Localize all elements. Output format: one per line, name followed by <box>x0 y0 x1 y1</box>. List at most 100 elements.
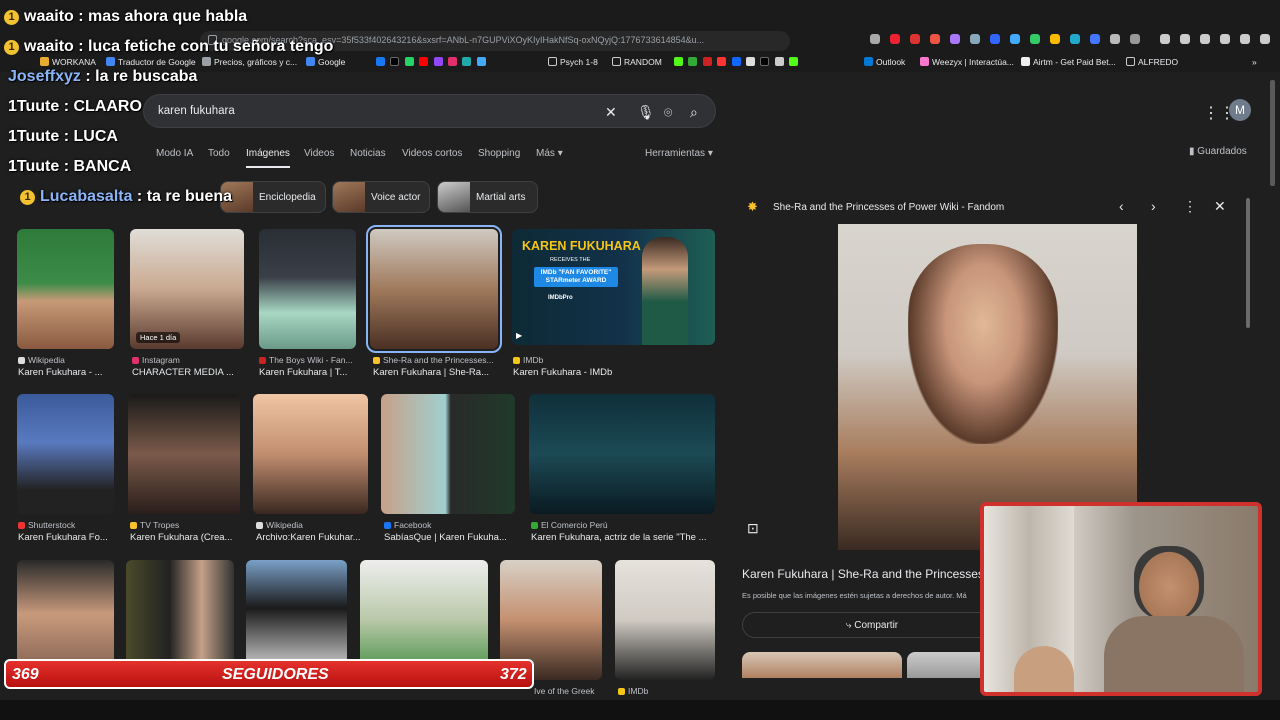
bookmark-icon[interactable] <box>731 57 741 66</box>
menu-icon[interactable] <box>1260 34 1270 44</box>
tools-button[interactable]: Herramientas ▾ <box>645 148 713 159</box>
result-title[interactable]: Karen Fukuhara Fo... <box>18 532 118 543</box>
chip-voice-actor[interactable]: Voice actor <box>332 181 430 213</box>
bookmark[interactable]: WORKANA <box>40 57 96 67</box>
extension-icon[interactable] <box>1130 34 1140 44</box>
result-title[interactable]: CHARACTER MEDIA ... <box>132 367 244 378</box>
next-icon[interactable]: › <box>1151 198 1156 214</box>
microphone-icon[interactable]: 🎙 <box>637 104 655 121</box>
tab-shopping[interactable]: Shopping <box>478 148 520 159</box>
tab-modo-ia[interactable]: Modo IA <box>156 148 193 159</box>
result-image[interactable] <box>17 229 114 349</box>
twitch-icon[interactable] <box>433 57 443 66</box>
result-title[interactable]: Karen Fukuhara, actriz de la serie "The … <box>531 532 715 543</box>
result-image[interactable]: Hace 1 día <box>130 229 244 349</box>
bookmark-icon[interactable] <box>462 57 472 66</box>
page-scrollbar[interactable] <box>1270 80 1275 186</box>
search-icon[interactable]: ⌕ <box>690 104 698 121</box>
chip-enciclopedia[interactable]: Enciclopedia <box>220 181 326 213</box>
tab-videos-cortos[interactable]: Videos cortos <box>402 148 462 159</box>
sidebar-icon[interactable] <box>1180 34 1190 44</box>
bookmark-icon[interactable] <box>774 57 784 66</box>
tab-todo[interactable]: Todo <box>208 148 230 159</box>
related-image[interactable] <box>742 652 902 678</box>
previous-icon[interactable]: ‹ <box>1119 198 1124 214</box>
extension-icon[interactable] <box>910 34 920 44</box>
result-image[interactable] <box>259 229 356 349</box>
close-icon[interactable]: ✕ <box>1214 198 1226 215</box>
result-title[interactable]: Karen Fukuhara | She-Ra... <box>373 367 497 378</box>
bookmark-icon[interactable] <box>745 57 755 66</box>
search-box[interactable]: karen fukuhara ✕ 🎙 ⌾ ⌕ <box>143 94 716 128</box>
result-image[interactable] <box>615 560 715 680</box>
lens-search-icon[interactable]: ⊡ <box>747 520 759 537</box>
more-options-icon[interactable]: ⋮ <box>1183 198 1197 215</box>
extension-icon[interactable] <box>990 34 1000 44</box>
extension-icon[interactable] <box>1030 34 1040 44</box>
tab-noticias[interactable]: Noticias <box>350 148 386 159</box>
extension-icon[interactable] <box>930 34 940 44</box>
result-image[interactable] <box>253 394 368 514</box>
panel-title[interactable]: Karen Fukuhara | She-Ra and the Princess… <box>742 567 984 581</box>
result-image[interactable] <box>529 394 715 514</box>
imdb-result-image[interactable]: KAREN FUKUHARA RECEIVES THE IMDb "FAN FA… <box>512 229 715 345</box>
facebook-icon[interactable] <box>376 57 385 66</box>
bookmark[interactable]: Outlook <box>864 57 905 67</box>
extension-icon[interactable] <box>870 34 880 44</box>
result-title[interactable]: Karen Fukuhara - IMDb <box>513 367 713 378</box>
bookmark[interactable]: Precios, gráficos y c... <box>202 57 297 67</box>
result-title[interactable]: Karen Fukuhara - ... <box>18 367 118 378</box>
search-input[interactable]: karen fukuhara <box>158 105 235 117</box>
share-button[interactable]: ⤷ Compartir <box>742 612 1002 638</box>
bookmark-icon[interactable] <box>717 57 727 66</box>
bookmark[interactable]: Traductor de Google <box>106 57 196 67</box>
extension-icon[interactable] <box>1050 34 1060 44</box>
bookmark-folder[interactable]: Psych 1-8 <box>548 57 598 67</box>
kick-icon[interactable] <box>789 57 798 66</box>
instagram-icon[interactable] <box>447 57 457 66</box>
result-image[interactable] <box>381 394 515 514</box>
result-image[interactable] <box>128 394 240 514</box>
x-icon[interactable] <box>390 57 400 66</box>
youtube-icon[interactable] <box>419 57 429 66</box>
music-icon[interactable] <box>1160 34 1170 44</box>
clear-icon[interactable]: ✕ <box>605 104 617 121</box>
extension-icon[interactable] <box>950 34 960 44</box>
result-title[interactable]: Karen Fukuhara (Crea... <box>130 532 242 543</box>
extensions-icon[interactable] <box>1220 34 1230 44</box>
related-image[interactable] <box>907 652 987 678</box>
result-title[interactable]: Karen Fukuhara | T... <box>259 367 359 378</box>
result-image[interactable] <box>17 394 114 514</box>
extension-icon[interactable] <box>890 34 900 44</box>
shield-icon[interactable] <box>1240 34 1250 44</box>
kick-icon[interactable] <box>674 57 683 66</box>
extension-icon[interactable] <box>970 34 980 44</box>
chip-martial-arts[interactable]: Martial arts <box>437 181 538 213</box>
bookmark-folder[interactable]: ALFREDO <box>1126 57 1178 67</box>
lens-icon[interactable]: ⌾ <box>664 104 672 121</box>
bookmark-icon[interactable] <box>702 57 712 66</box>
result-title[interactable]: SabíasQue | Karen Fukuha... <box>384 532 514 543</box>
saved-button[interactable]: ▮ Guardados <box>1189 146 1247 157</box>
avatar[interactable]: M <box>1229 99 1251 121</box>
more-bookmarks-icon[interactable]: » <box>1252 57 1257 67</box>
bookmark-icon[interactable] <box>760 57 770 66</box>
whatsapp-icon[interactable] <box>404 57 414 66</box>
result-title[interactable]: Archivo:Karen Fukuhar... <box>256 532 368 543</box>
panel-scrollbar[interactable] <box>1246 198 1250 328</box>
extension-icon[interactable] <box>1110 34 1120 44</box>
extension-icon[interactable] <box>1010 34 1020 44</box>
tab-imagenes[interactable]: Imágenes <box>246 148 290 159</box>
extension-icon[interactable] <box>1070 34 1080 44</box>
bookmark[interactable]: Airtm - Get Paid Bet... <box>1021 57 1116 67</box>
extension-icon[interactable] <box>1090 34 1100 44</box>
bookmark-folder[interactable]: RANDOM <box>612 57 662 67</box>
bookmark[interactable]: Weezyx | Interactúa... <box>920 57 1014 67</box>
panel-source[interactable]: She-Ra and the Princesses of Power Wiki … <box>773 202 1004 213</box>
tab-mas[interactable]: Más ▾ <box>536 148 563 159</box>
bookmark-icon[interactable] <box>476 57 486 66</box>
bookmark-icon[interactable] <box>688 57 698 66</box>
tab-videos[interactable]: Videos <box>304 148 334 159</box>
result-image-selected[interactable] <box>366 225 502 353</box>
wallet-icon[interactable] <box>1200 34 1210 44</box>
